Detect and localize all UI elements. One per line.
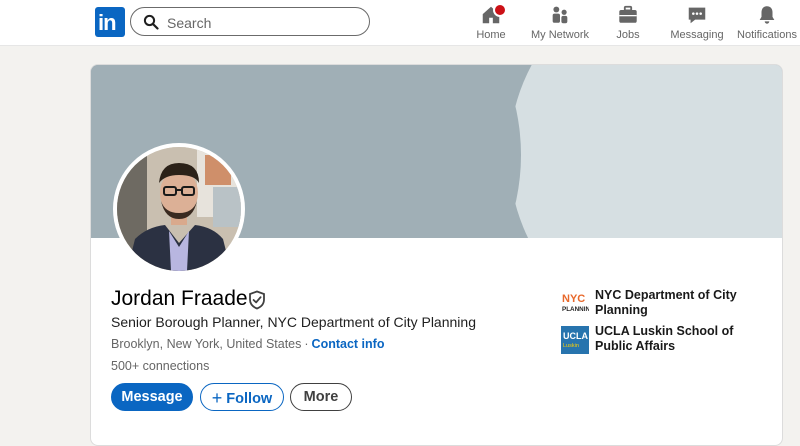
separator: ·: [304, 337, 309, 351]
connections-count[interactable]: 500+ connections: [111, 359, 209, 373]
bell-icon: [759, 6, 775, 24]
svg-text:NYC: NYC: [562, 293, 585, 305]
contact-info-link[interactable]: Contact info: [312, 337, 385, 351]
profile-photo[interactable]: [113, 143, 245, 275]
nav-notifications[interactable]: Notifications: [735, 4, 799, 42]
nav-home[interactable]: Home: [470, 3, 512, 42]
nav-my-network[interactable]: My Network: [528, 4, 592, 42]
profile-headline: Senior Borough Planner, NYC Department o…: [111, 314, 476, 330]
nyc-planning-logo: NYC PLANNING: [561, 290, 589, 318]
follow-button-label: Follow: [226, 391, 273, 407]
briefcase-icon: [619, 5, 637, 23]
follow-button[interactable]: + Follow: [200, 383, 284, 411]
svg-text:Luskin: Luskin: [563, 343, 579, 349]
search-input[interactable]: [165, 12, 359, 33]
verified-shield-icon[interactable]: [248, 290, 266, 310]
notification-badge: [493, 3, 507, 17]
network-icon: [552, 6, 568, 24]
svg-text:PLANNING: PLANNING: [562, 306, 589, 313]
nav-jobs-label: Jobs: [616, 29, 640, 41]
search-bar[interactable]: [130, 7, 370, 36]
message-button[interactable]: Message: [111, 383, 193, 411]
experience-name: UCLA Luskin School of Public Affairs: [595, 324, 734, 353]
top-nav: in Home My Network: [0, 0, 800, 46]
svg-text:UCLA: UCLA: [563, 331, 588, 341]
experience-name: NYC Department of City Planning: [595, 288, 737, 317]
profile-location: Brooklyn, New York, United States: [111, 337, 302, 351]
ucla-luskin-logo: UCLA Luskin: [561, 326, 589, 354]
nav-my-network-label: My Network: [530, 29, 590, 41]
more-button[interactable]: More: [290, 383, 352, 411]
nav-home-label: Home: [476, 29, 506, 41]
search-icon: [143, 14, 159, 30]
profile-card: Jordan Fraade Senior Borough Planner, NY…: [90, 64, 783, 446]
linkedin-logo[interactable]: in: [95, 7, 125, 37]
nav-messaging-label: Messaging: [670, 29, 724, 41]
plus-icon: +: [211, 388, 223, 408]
messaging-icon: [688, 7, 706, 24]
nav-jobs[interactable]: Jobs: [608, 4, 648, 42]
profile-location-row: Brooklyn, New York, United States · Contac…: [111, 337, 384, 351]
nav-notifications-label: Notifications: [737, 29, 797, 41]
more-button-label: More: [303, 389, 339, 405]
profile-name: Jordan Fraade: [111, 287, 248, 310]
message-button-label: Message: [121, 389, 183, 405]
nav-messaging[interactable]: Messaging: [668, 4, 726, 42]
